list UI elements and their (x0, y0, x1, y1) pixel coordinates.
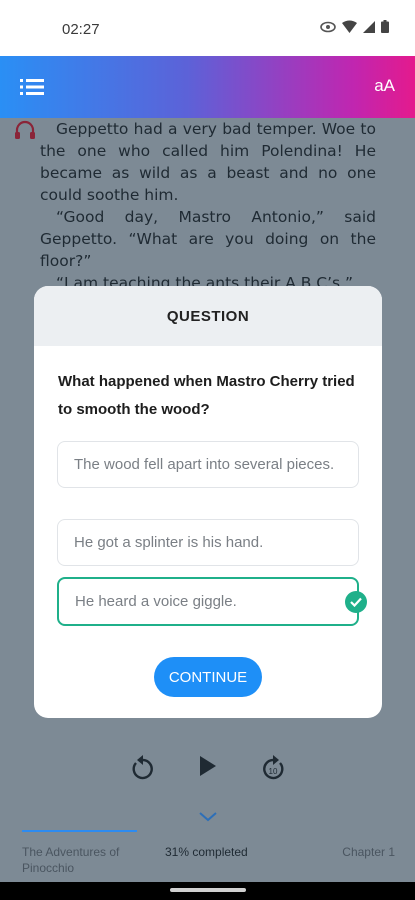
answer-option[interactable]: The wood fell apart into several pieces. (57, 441, 359, 488)
system-nav-bar (0, 882, 415, 900)
status-time: 02:27 (62, 21, 100, 38)
skip-label: 10 (269, 767, 278, 776)
wifi-icon (342, 20, 357, 33)
story-text: Geppetto had a very bad temper. Woe to t… (40, 118, 376, 294)
play-icon[interactable] (198, 754, 218, 778)
story-paragraph: “Good day, Mastro Antonio,” said Geppett… (40, 208, 376, 270)
story-paragraph: Geppetto had a very bad temper. Woe to t… (40, 120, 376, 204)
check-icon (345, 590, 367, 613)
eye-icon (320, 21, 336, 32)
answer-option-selected[interactable]: He heard a voice giggle. (57, 577, 367, 626)
answer-text: He got a splinter is his hand. (74, 534, 264, 551)
question-text: What happened when Mastro Cherry tried t… (58, 373, 355, 418)
audio-player: 10 (0, 748, 415, 788)
chapter-tab[interactable]: Chapter 1 (342, 845, 395, 859)
question-dialog: QUESTION What happened when Mastro Cherr… (34, 286, 382, 718)
headphones-icon[interactable] (14, 120, 36, 140)
list-menu-icon (20, 79, 44, 95)
status-bar: 02:27 (0, 0, 415, 56)
battery-icon (381, 20, 389, 33)
answer-text: The wood fell apart into several pieces. (74, 456, 335, 473)
forward-10-icon[interactable]: 10 (260, 752, 286, 782)
menu-button[interactable] (20, 77, 44, 97)
app-bar: aA (0, 56, 415, 118)
progress-text: 31% completed (165, 845, 248, 859)
replay-icon[interactable] (130, 752, 156, 782)
status-icons (320, 20, 389, 33)
bottom-info-bar: The Adventures of Pinocchio 31% complete… (0, 830, 415, 882)
dialog-header: QUESTION (34, 286, 382, 346)
tab-indicator (22, 830, 137, 832)
continue-button[interactable]: CONTINUE (154, 657, 262, 697)
answer-text: He heard a voice giggle. (75, 593, 237, 610)
cell-signal-icon (363, 20, 375, 33)
font-size-button[interactable]: aA (374, 76, 395, 96)
home-gesture-pill[interactable] (170, 888, 246, 892)
answer-option[interactable]: He got a splinter is his hand. (57, 519, 359, 566)
chevron-down-icon[interactable] (199, 812, 217, 822)
book-title-tab[interactable]: The Adventures of Pinocchio (22, 844, 142, 876)
